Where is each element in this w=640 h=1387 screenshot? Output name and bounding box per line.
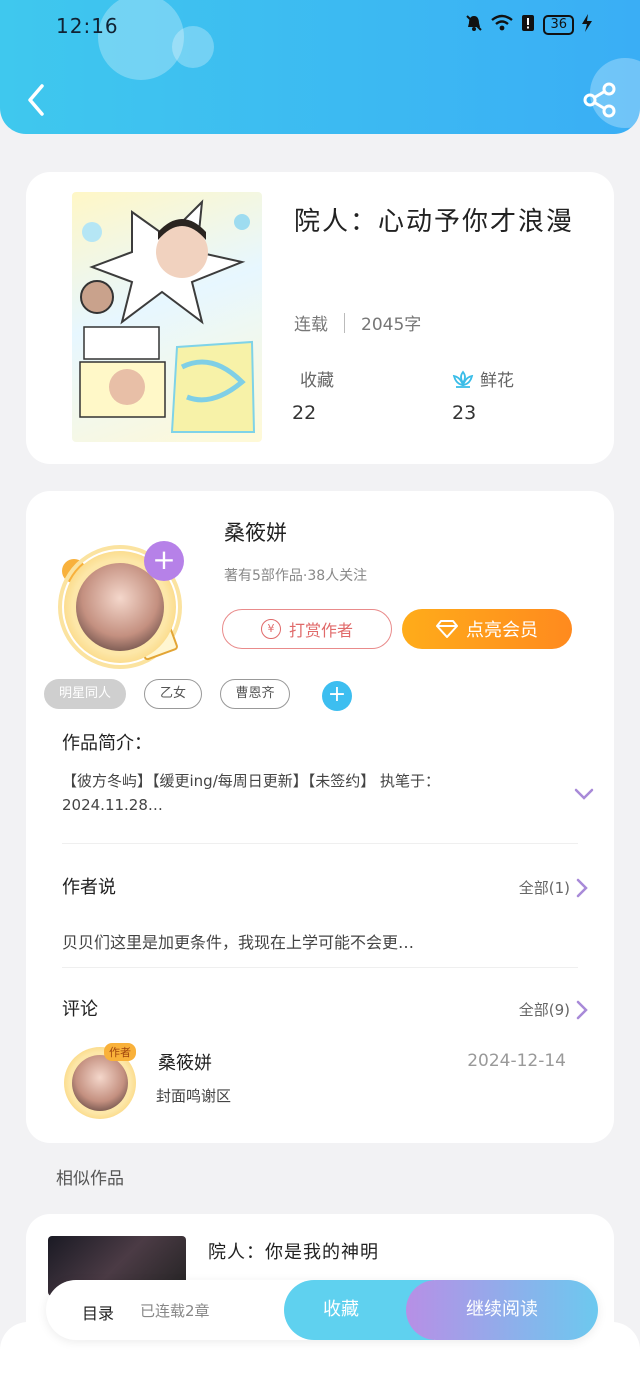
divider: [62, 967, 578, 968]
favorites-count: 22: [292, 402, 317, 424]
alert-icon: [521, 14, 535, 36]
tag-chip[interactable]: 明星同人: [44, 679, 126, 709]
vip-button[interactable]: 点亮会员: [402, 609, 572, 649]
tag-chip[interactable]: 曹恩齐: [220, 679, 290, 709]
author-card: + 桑筱姘 著有5部作品·38人关注 ¥ 打赏作者 点亮会员 明星同人 乙女 曹…: [26, 491, 614, 1143]
top-header: 12:16 36: [0, 0, 640, 134]
author-says-label: 作者说: [62, 877, 116, 898]
bottom-action-bar: 目录 已连载2章 收藏 继续阅读: [46, 1280, 598, 1340]
flowers-count: 23: [452, 402, 477, 424]
comment-text[interactable]: 封面鸣谢区: [156, 1085, 231, 1106]
commenter-name[interactable]: 桑筱姘: [158, 1049, 212, 1075]
chevron-right-icon: [576, 878, 588, 897]
tip-author-button[interactable]: ¥ 打赏作者: [222, 609, 392, 649]
chevron-right-icon: [576, 1000, 588, 1019]
favorites-label-text: 收藏: [300, 371, 334, 391]
chapters-count: 已连载2章: [140, 1302, 210, 1320]
back-button[interactable]: [20, 80, 56, 120]
intro-text: 【彼方冬屿】【缓更ing/每周日更新】【未签约】 执笔于：2024.11.28…: [62, 772, 441, 814]
author-meta: 著有5部作品·38人关注: [224, 568, 368, 584]
commenter-avatar[interactable]: 作者: [58, 1041, 140, 1123]
divider: [344, 312, 345, 333]
flower-icon: [452, 370, 474, 388]
diamond-icon: [436, 620, 458, 638]
share-icon: [583, 82, 616, 118]
status-time: 12:16: [56, 14, 119, 38]
comments-label: 评论: [62, 999, 98, 1020]
similar-work-title: 院人：你是我的神明: [208, 1242, 379, 1263]
author-avatar[interactable]: +: [54, 541, 184, 671]
similar-works-heading: 相似作品: [56, 1169, 124, 1189]
all-label: 全部(1): [518, 879, 570, 897]
book-title: 院人：心动予你才浪漫: [294, 207, 575, 237]
mute-bell-icon: [465, 14, 483, 36]
flowers-label: 鲜花: [452, 366, 514, 391]
add-tag-button[interactable]: +: [322, 681, 352, 711]
yen-icon: ¥: [260, 619, 281, 639]
tip-author-label: 打赏作者: [288, 621, 353, 640]
book-cover-image[interactable]: [72, 192, 262, 442]
table-of-contents-button[interactable]: 目录: [82, 1300, 114, 1324]
author-badge: 作者: [104, 1043, 136, 1061]
decor-bubble: [98, 0, 184, 80]
flowers-label-text: 鲜花: [480, 371, 514, 391]
all-label: 全部(9): [518, 1001, 570, 1019]
vip-label: 点亮会员: [466, 620, 538, 641]
cover-illustration: [79, 199, 256, 433]
status-icons: 36: [465, 14, 592, 36]
commenter-avatar-image: [72, 1055, 128, 1111]
author-says-all-link[interactable]: 全部(1): [519, 877, 588, 898]
comment-date: 2024-12-14: [467, 1051, 566, 1071]
word-count: 2045字: [361, 315, 422, 335]
charging-icon: [582, 14, 592, 36]
book-status-row: 连载 2045字: [294, 310, 421, 335]
serial-status: 连载: [294, 315, 328, 335]
share-button[interactable]: [580, 80, 620, 120]
chevron-left-icon: [28, 84, 44, 116]
continue-reading-button[interactable]: 继续阅读: [406, 1280, 598, 1340]
follow-author-button[interactable]: +: [144, 541, 184, 581]
wifi-icon: [491, 14, 514, 36]
author-says-text[interactable]: 贝贝们这里是加更条件，我现在上学可能不会更…: [62, 929, 414, 953]
tag-chip[interactable]: 乙女: [144, 679, 202, 709]
decor-bubble: [172, 26, 214, 68]
book-info-card: 院人：心动予你才浪漫 连载 2045字 收藏 22 鲜花 23: [26, 172, 614, 464]
intro-label: 作品简介：: [62, 733, 152, 754]
favorites-label: 收藏: [300, 366, 334, 391]
author-name[interactable]: 桑筱姘: [224, 517, 287, 547]
comments-all-link[interactable]: 全部(9): [519, 999, 588, 1020]
battery-indicator: 36: [543, 15, 574, 35]
divider: [62, 843, 578, 844]
chevron-down-icon[interactable]: [574, 787, 594, 801]
